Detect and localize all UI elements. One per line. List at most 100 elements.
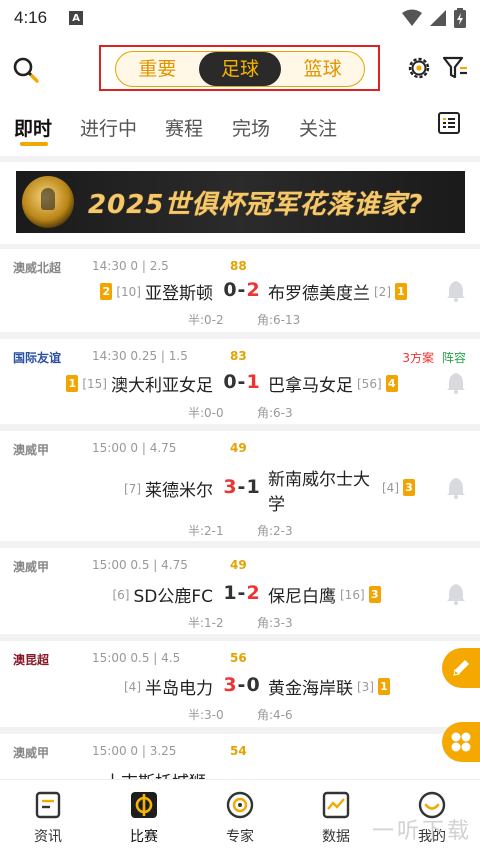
nav-label: 资讯 bbox=[34, 829, 62, 845]
nav-experts[interactable]: 专家 bbox=[192, 780, 288, 853]
tab-live[interactable]: 即时 bbox=[14, 114, 52, 141]
score: 3-1 bbox=[223, 476, 261, 498]
match-extras: 3方案 阵容 bbox=[402, 349, 466, 366]
gear-icon[interactable] bbox=[406, 55, 432, 81]
away-team-name: 新南威尔士大 bbox=[268, 470, 370, 490]
away-team: 布罗德美度兰 [2] 1 bbox=[268, 279, 407, 304]
match-minute: 49 bbox=[230, 441, 247, 455]
score: 0-2 bbox=[223, 279, 261, 301]
home-rank: [7] bbox=[124, 481, 141, 496]
away-team: 黄金海岸联 [3] 1 bbox=[268, 674, 390, 699]
notification-icon: A bbox=[69, 11, 84, 25]
sport-segmented-control: 重要 足球 篮球 bbox=[115, 51, 365, 87]
away-team-line: 新南威尔士大 bbox=[268, 465, 370, 490]
league-name: 澳昆超 bbox=[13, 653, 50, 667]
yellow-card-badge: 3 bbox=[403, 479, 415, 496]
wifi-icon bbox=[402, 9, 422, 26]
pencil-icon bbox=[453, 660, 469, 676]
away-team: 新南威尔士大 学 bbox=[268, 465, 370, 515]
trophy-icon bbox=[22, 176, 74, 228]
home-team-name: SD公鹿FC bbox=[133, 587, 213, 607]
home-team: 2 [10] 亚登斯顿 bbox=[100, 279, 213, 304]
home-team-name: 亚登斯顿 bbox=[145, 284, 213, 304]
score: 0-1 bbox=[223, 371, 261, 393]
league-name: 澳威甲 bbox=[13, 560, 50, 574]
match-row[interactable]: 国际友谊 14:30 0.25 | 1.5 83 3方案 阵容 1 [15] 澳大… bbox=[0, 339, 480, 424]
league-name: 国际友谊 bbox=[13, 351, 62, 365]
tab-finished[interactable]: 完场 bbox=[232, 114, 270, 141]
home-team: [7] 莱德米尔 bbox=[124, 476, 213, 501]
calendar-icon[interactable] bbox=[438, 112, 460, 134]
match-row[interactable]: 澳威北超 14:30 0 | 2.5 88 2 [10] 亚登斯顿 0-2 布罗… bbox=[0, 249, 480, 332]
edit-fab[interactable] bbox=[442, 648, 480, 688]
filter-icon[interactable] bbox=[442, 55, 468, 81]
away-team-name: 黄金海岸联 bbox=[268, 679, 353, 699]
home-team-name: 莱德米尔 bbox=[145, 481, 213, 501]
half-time-score: 半:3-0 bbox=[188, 708, 224, 722]
nav-data[interactable]: 数据 bbox=[288, 780, 384, 853]
nav-news[interactable]: 资讯 bbox=[0, 780, 96, 853]
segment-football[interactable]: 足球 bbox=[198, 52, 282, 86]
watermark-text: 一听下载 bbox=[371, 819, 472, 844]
match-row[interactable]: 澳威甲 15:00 0 | 3.25 54 十吉斯托城狮 bbox=[0, 734, 480, 793]
half-time-score: 半:1-2 bbox=[188, 616, 224, 630]
half-time-score: 半:0-0 bbox=[188, 406, 224, 420]
bell-icon[interactable] bbox=[446, 280, 466, 302]
tab-schedule[interactable]: 赛程 bbox=[165, 114, 203, 141]
match-time-odds: 14:30 0.25 | 1.5 bbox=[92, 349, 188, 363]
banner-ad[interactable]: 2025世俱杯冠军花落谁家? bbox=[16, 171, 465, 233]
menu-fab[interactable] bbox=[442, 722, 480, 762]
score: 1-2 bbox=[223, 582, 261, 604]
corner-count: 角:4-6 bbox=[257, 708, 293, 722]
bell-icon[interactable] bbox=[446, 583, 466, 605]
nav-label: 专家 bbox=[226, 829, 254, 845]
segment-basketball[interactable]: 篮球 bbox=[281, 52, 364, 86]
match-icon bbox=[131, 792, 157, 818]
tab-in-progress[interactable]: 进行中 bbox=[80, 114, 137, 141]
league-name: 澳威北超 bbox=[13, 261, 62, 275]
bell-icon[interactable] bbox=[446, 477, 466, 499]
battery-icon bbox=[454, 8, 466, 28]
yellow-card-badge: 1 bbox=[395, 283, 407, 300]
match-time-odds: 14:30 0 | 2.5 bbox=[92, 259, 169, 273]
home-rank: [15] bbox=[82, 376, 107, 391]
nav-label: 数据 bbox=[322, 829, 350, 845]
league-name: 澳威甲 bbox=[13, 746, 50, 760]
match-row[interactable]: 澳威甲 15:00 0.5 | 4.75 49 [6] SD公鹿FC 1-2 保… bbox=[0, 548, 480, 634]
match-minute: 56 bbox=[230, 651, 247, 665]
lineup-link[interactable]: 阵容 bbox=[442, 351, 466, 365]
match-minute: 88 bbox=[230, 259, 247, 273]
teams-row: 2 [10] 亚登斯顿 0-2 布罗德美度兰 [2] 1 bbox=[0, 279, 480, 305]
plans-link[interactable]: 3方案 bbox=[402, 351, 434, 365]
match-row[interactable]: 澳昆超 15:00 0.5 | 4.5 56 [4] 半岛电力 3-0 黄金海岸… bbox=[0, 641, 480, 727]
tab-indicator bbox=[20, 142, 48, 146]
match-time-odds: 15:00 0.5 | 4.75 bbox=[92, 558, 188, 572]
grid-icon bbox=[451, 732, 471, 752]
home-team-name: 半岛电力 bbox=[145, 679, 213, 699]
status-time: 4:16 bbox=[14, 8, 48, 27]
away-rank: [56] bbox=[357, 376, 382, 391]
yellow-card-badge: 1 bbox=[378, 678, 390, 695]
match-time-odds: 15:00 0 | 3.25 bbox=[92, 744, 177, 758]
bell-icon[interactable] bbox=[446, 372, 466, 394]
corner-count: 角:6-3 bbox=[257, 406, 293, 420]
yellow-card-badge: 2 bbox=[100, 283, 113, 300]
search-icon[interactable] bbox=[12, 56, 40, 84]
signal-icon bbox=[430, 10, 446, 26]
yellow-card-badge: 3 bbox=[368, 586, 381, 603]
match-time-odds: 15:00 0 | 4.75 bbox=[92, 441, 177, 455]
app-screen: 4:16 A 重要 足球 篮球 即时 进行中 赛程 完场 关注 2025世俱杯冠… bbox=[0, 0, 480, 853]
match-row[interactable]: 澳威甲 15:00 0 | 4.75 49 [7] 莱德米尔 3-1 新南威尔士… bbox=[0, 431, 480, 541]
teams-row: 1 [15] 澳大利亚女足 0-1 巴拿马女足 [56] 4 bbox=[0, 371, 480, 397]
nav-matches[interactable]: 比赛 bbox=[96, 780, 192, 853]
home-team: [6] SD公鹿FC bbox=[112, 582, 213, 607]
status-bar: 4:16 A bbox=[0, 0, 480, 36]
away-team-meta: [4] 3 bbox=[382, 479, 415, 496]
tab-followed[interactable]: 关注 bbox=[299, 114, 337, 141]
segment-important[interactable]: 重要 bbox=[116, 52, 199, 86]
away-team: 保尼白鹰 [16] 3 bbox=[268, 582, 381, 607]
yellow-card-badge: 4 bbox=[385, 375, 398, 392]
match-minute: 49 bbox=[230, 558, 247, 572]
home-rank: [10] bbox=[116, 284, 141, 299]
promo-banner: 2025世俱杯冠军花落谁家? bbox=[0, 156, 480, 244]
